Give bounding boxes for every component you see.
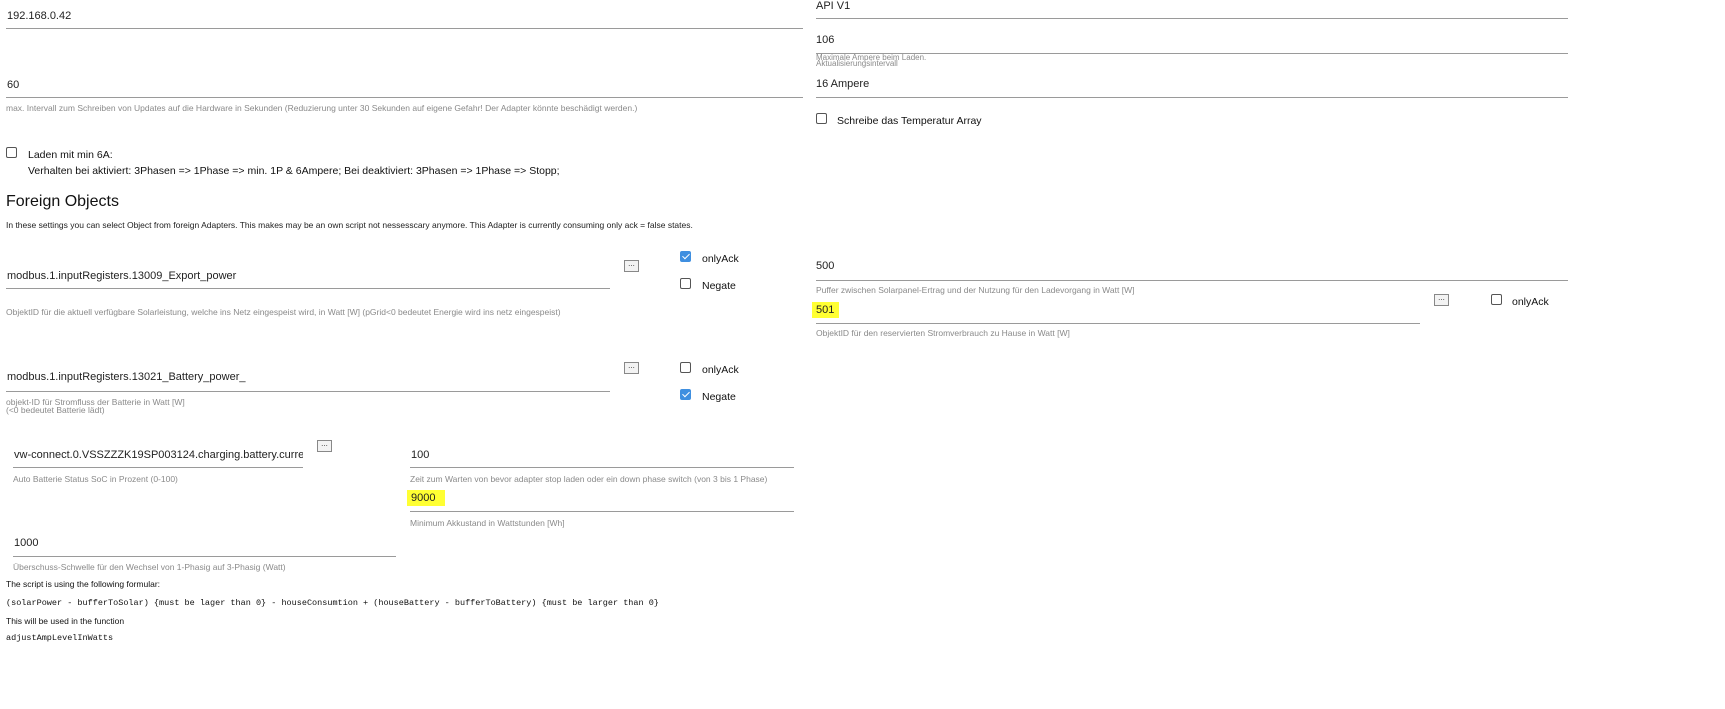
house-consumption-input[interactable]: 501 [812, 302, 840, 318]
buffer-help: Puffer zwischen Solarpanel-Ertrag und de… [816, 285, 1135, 295]
export-power-help: ObjektID für die aktuell verfügbare Sola… [6, 307, 561, 317]
min6a-checkbox[interactable] [6, 147, 17, 158]
soc-select-button[interactable]: ... [317, 440, 332, 452]
min-akku-underline [410, 511, 794, 512]
battery-negate-checkbox[interactable] [680, 389, 691, 400]
temp-array-checkbox[interactable] [816, 113, 827, 124]
section-title: Foreign Objects [6, 193, 119, 210]
min-akku-input[interactable]: 9000 [407, 490, 446, 506]
amp-max-input[interactable]: 106 [816, 34, 834, 46]
soc-help: Auto Batterie Status SoC in Prozent (0-1… [13, 474, 178, 484]
threshold-help: Überschuss-Schwelle für den Wechsel von … [13, 562, 286, 572]
buffer-underline [816, 280, 1568, 281]
wait-help: Zeit zum Warten von bevor adapter stop l… [410, 474, 768, 484]
function-intro: This will be used in the function [6, 616, 125, 626]
battery-onlyack-label: onlyAck [702, 364, 739, 376]
interval-help-right: Aktualisierungsintervall [816, 59, 898, 68]
function-name: adjustAmpLevelInWatts [6, 633, 114, 643]
buffer-input[interactable]: 500 [816, 260, 834, 272]
soc-input[interactable]: vw-connect.0.VSSZZZK19SP003124.charging.… [14, 449, 303, 461]
min6a-label: Laden mit min 6A: [28, 149, 113, 161]
formula-intro: The script is using the following formul… [6, 579, 161, 589]
wait-input[interactable]: 100 [411, 449, 429, 461]
ip-underline [6, 28, 803, 29]
section-description: In these settings you can select Object … [6, 220, 693, 230]
export-onlyack-label: onlyAck [702, 253, 739, 265]
battery-power-underline [6, 391, 610, 392]
house-consumption-select-button[interactable]: ... [1434, 294, 1449, 306]
threshold-underline [13, 556, 396, 557]
export-negate-label: Negate [702, 280, 736, 292]
min6a-description: Verhalten bei aktiviert: 3Phasen => 1Pha… [28, 165, 560, 177]
ampere-select[interactable]: 16 Ampere [816, 78, 869, 90]
battery-power-select-button[interactable]: ... [624, 362, 639, 374]
house-consumption-help: ObjektID für den reservierten Stromverbr… [816, 328, 1070, 338]
temp-array-label: Schreibe das Temperatur Array [837, 115, 982, 127]
house-onlyack-label: onlyAck [1512, 296, 1549, 308]
threshold-input[interactable]: 1000 [14, 537, 38, 549]
interval-help: max. Intervall zum Schreiben von Updates… [6, 103, 638, 113]
api-underline [816, 18, 1568, 19]
interval-underline [6, 97, 803, 98]
wait-underline [410, 467, 794, 468]
export-onlyack-checkbox[interactable] [680, 251, 691, 262]
house-onlyack-checkbox[interactable] [1491, 294, 1502, 305]
ip-input[interactable]: 192.168.0.42 [7, 10, 71, 22]
interval-input[interactable]: 60 [7, 79, 19, 91]
min-akku-help: Minimum Akkustand in Wattstunden [Wh] [410, 518, 565, 528]
amp-max-underline [816, 53, 1568, 54]
battery-power-input[interactable]: modbus.1.inputRegisters.13021_Battery_po… [7, 371, 245, 383]
soc-underline [13, 467, 303, 468]
export-power-underline [6, 288, 610, 289]
export-power-input[interactable]: modbus.1.inputRegisters.13009_Export_pow… [7, 270, 236, 282]
api-select[interactable]: API V1 [816, 0, 850, 12]
house-consumption-underline [816, 323, 1420, 324]
battery-power-help-2: (<0 bedeutet Batterie lädt) [6, 405, 105, 415]
ampere-underline [816, 97, 1568, 98]
battery-onlyack-checkbox[interactable] [680, 362, 691, 373]
export-power-select-button[interactable]: ... [624, 260, 639, 272]
export-negate-checkbox[interactable] [680, 278, 691, 289]
formula-code: (solarPower - bufferToSolar) {must be la… [6, 598, 659, 608]
battery-negate-label: Negate [702, 391, 736, 403]
